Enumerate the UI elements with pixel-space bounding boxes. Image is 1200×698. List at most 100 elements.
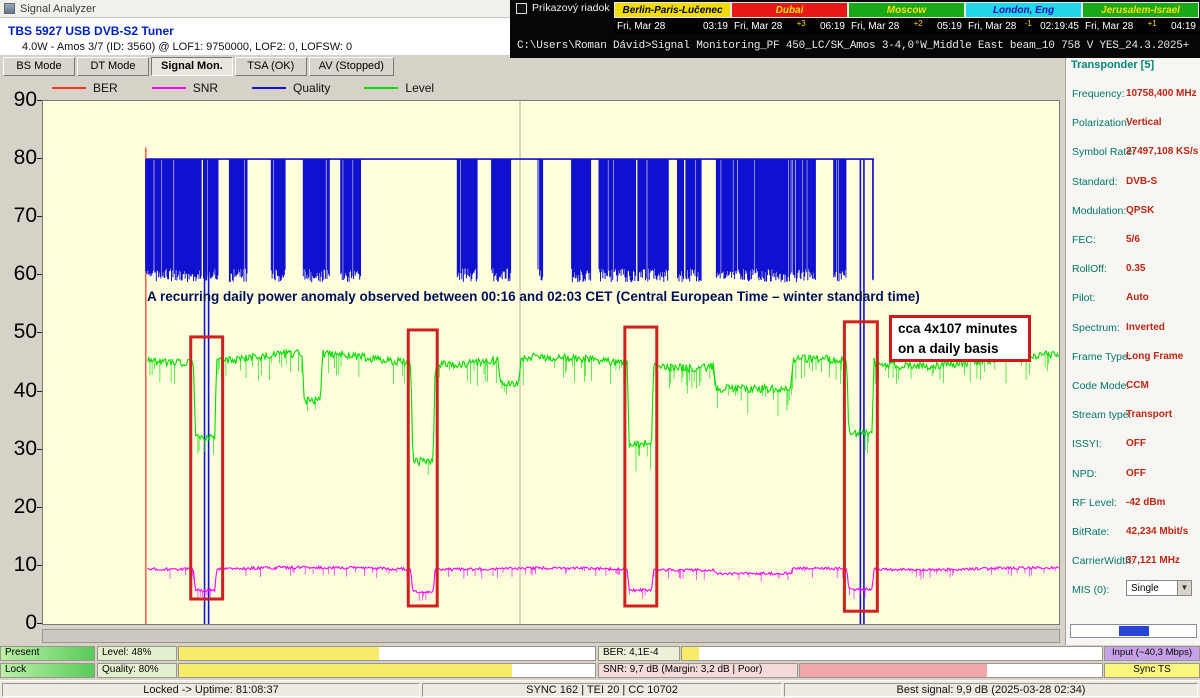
field-value: Long Frame [1126, 351, 1183, 362]
world-clock-3: MoscowFri, Mar 28+205:19 [848, 2, 965, 34]
y-axis-label: 80 [0, 147, 37, 169]
clock-value: 05:19 [937, 21, 962, 32]
clock-date: Fri, Mar 28 [734, 21, 782, 32]
chart-canvas [43, 101, 1059, 624]
transponder-panel: Transponder [5] Frequency:10758,400 MHzP… [1065, 56, 1200, 645]
chevron-down-icon[interactable]: ▼ [1177, 581, 1191, 595]
status-row-1: Present Level: 48% BER: 4,1E-4 Input (~4… [0, 646, 1200, 661]
field-value: Vertical [1126, 117, 1162, 128]
field-label: RF Level: [1072, 497, 1117, 509]
y-axis-tick [37, 158, 42, 159]
legend-label: BER [93, 81, 118, 95]
tab-bs-mode[interactable]: BS Mode [3, 57, 75, 76]
world-clock-4: London, EngFri, Mar 28-102:19:45 [965, 2, 1082, 34]
field-value: OFF [1126, 438, 1146, 449]
tab-dt-mode[interactable]: DT Mode [77, 57, 149, 76]
legend-label: SNR [193, 81, 218, 95]
world-clock-5: Jerusalem-IsraelFri, Mar 28+104:19 [1082, 2, 1199, 34]
quality-label: Quality: 80% [97, 663, 177, 678]
field-value: 37,121 MHz [1126, 555, 1180, 566]
transponder-row: Symbol Rate:27497,108 KS/s [1066, 138, 1200, 167]
clock-city: Moscow [848, 2, 965, 18]
legend-item-ber: BER [52, 81, 118, 95]
signal-chart: BERSNRQualityLevel A recurring daily pow… [0, 78, 1064, 644]
callout-line-2: on a daily basis [898, 339, 1022, 359]
transponder-row: Stream type:Transport [1066, 401, 1200, 430]
y-axis-tick [37, 332, 42, 333]
legend-item-level: Level [364, 81, 434, 95]
command-line[interactable]: C:\Users\Roman Dávid>Signal Monitoring_P… [517, 40, 1189, 52]
signal-gauge-fill [1119, 626, 1149, 636]
field-value: 10758,400 MHz [1126, 88, 1197, 99]
quality-bar-fill [179, 664, 512, 677]
command-prompt-window: Príkazový riadok Berlin-Paris-LučenecFri… [510, 0, 1200, 58]
y-axis-label: 90 [0, 89, 37, 111]
clock-utc-offset: +1 [1148, 19, 1157, 28]
clock-value: 03:19 [703, 21, 728, 32]
legend-line [152, 87, 186, 89]
tab-signal-mon-[interactable]: Signal Mon. [151, 57, 233, 76]
transponder-row: RF Level:-42 dBm [1066, 489, 1200, 518]
lock-indicator: Lock [0, 663, 95, 678]
level-bar-fill [179, 647, 379, 660]
field-label: MIS (0): [1072, 584, 1109, 596]
y-axis-tick [37, 623, 42, 624]
field-label: ISSYI: [1072, 438, 1102, 450]
transponder-row: Frame Type:Long Frame [1066, 343, 1200, 372]
field-value: 27497,108 KS/s [1126, 146, 1198, 157]
field-label: Frame Type: [1072, 351, 1131, 363]
chart-scrollbar[interactable] [42, 629, 1060, 643]
statusbar: Locked -> Uptime: 81:08:37 SYNC 162 | TE… [0, 680, 1200, 698]
field-label: Modulation: [1072, 205, 1126, 217]
level-label: Level: 48% [97, 646, 177, 661]
field-value: 0.35 [1126, 263, 1145, 274]
field-label: CarrierWidth: [1072, 555, 1134, 567]
transponder-row: BitRate: 42,234 Mbit/s [1066, 518, 1200, 547]
field-label: Stream type: [1072, 409, 1132, 421]
field-value: 5/6 [1126, 234, 1140, 245]
clock-city: Jerusalem-Israel [1082, 2, 1199, 18]
clock-city: Dubai [731, 2, 848, 18]
transponder-row-mis: MIS (0): Single ▼ [1066, 576, 1200, 605]
field-label: BitRate: [1072, 526, 1109, 538]
statusbar-best-signal: Best signal: 9,9 dB (2025-03-28 02:34) [784, 683, 1198, 697]
field-label: Code Mode: [1072, 380, 1129, 392]
legend-line [364, 87, 398, 89]
field-label: Polarization: [1072, 117, 1130, 129]
tab-bar: BS ModeDT ModeSignal Mon.TSA (OK)AV (Sto… [3, 57, 394, 77]
clock-utc-offset: +2 [914, 19, 923, 28]
field-label: Spectrum: [1072, 322, 1120, 334]
y-axis-tick [37, 391, 42, 392]
clock-date: Fri, Mar 28 [617, 21, 665, 32]
statusbar-sync-counters: SYNC 162 | TEI 20 | CC 10702 [422, 683, 782, 697]
transponder-row: RollOff: 0.35 [1066, 255, 1200, 284]
clock-time: Fri, Mar 28-102:19:45 [965, 18, 1082, 34]
clock-time: Fri, Mar 28+306:19 [731, 18, 848, 34]
transponder-row: CarrierWidth:37,121 MHz [1066, 547, 1200, 576]
cmd-titlebar[interactable]: Príkazový riadok [516, 2, 610, 14]
y-axis-tick [37, 216, 42, 217]
clock-date: Fri, Mar 28 [968, 21, 1016, 32]
anomaly-annotation: A recurring daily power anomaly observed… [147, 289, 920, 304]
legend-label: Level [405, 81, 434, 95]
field-value: 42,234 Mbit/s [1126, 526, 1188, 537]
app-icon [4, 3, 15, 14]
y-axis-label: 70 [0, 205, 37, 227]
field-label: Standard: [1072, 176, 1118, 188]
clock-utc-offset: +3 [797, 19, 806, 28]
mis-select[interactable]: Single ▼ [1126, 580, 1192, 596]
field-label: Pilot: [1072, 292, 1095, 304]
y-axis-label: 20 [0, 496, 37, 518]
y-axis-tick [37, 100, 42, 101]
world-clock-2: DubaiFri, Mar 28+306:19 [731, 2, 848, 34]
cmd-title-text: Príkazový riadok [532, 2, 610, 14]
world-clocks: Berlin-Paris-LučenecFri, Mar 2803:19Duba… [614, 2, 1199, 34]
tab-av-stopped-[interactable]: AV (Stopped) [309, 57, 394, 76]
tab-tsa-ok-[interactable]: TSA (OK) [235, 57, 307, 76]
snr-bar-fill [800, 664, 987, 677]
clock-city: London, Eng [965, 2, 1082, 18]
transponder-row: Modulation:QPSK [1066, 197, 1200, 226]
field-label: RollOff: [1072, 263, 1107, 275]
y-axis-label: 0 [0, 612, 37, 634]
clock-utc-offset: -1 [1025, 19, 1032, 28]
